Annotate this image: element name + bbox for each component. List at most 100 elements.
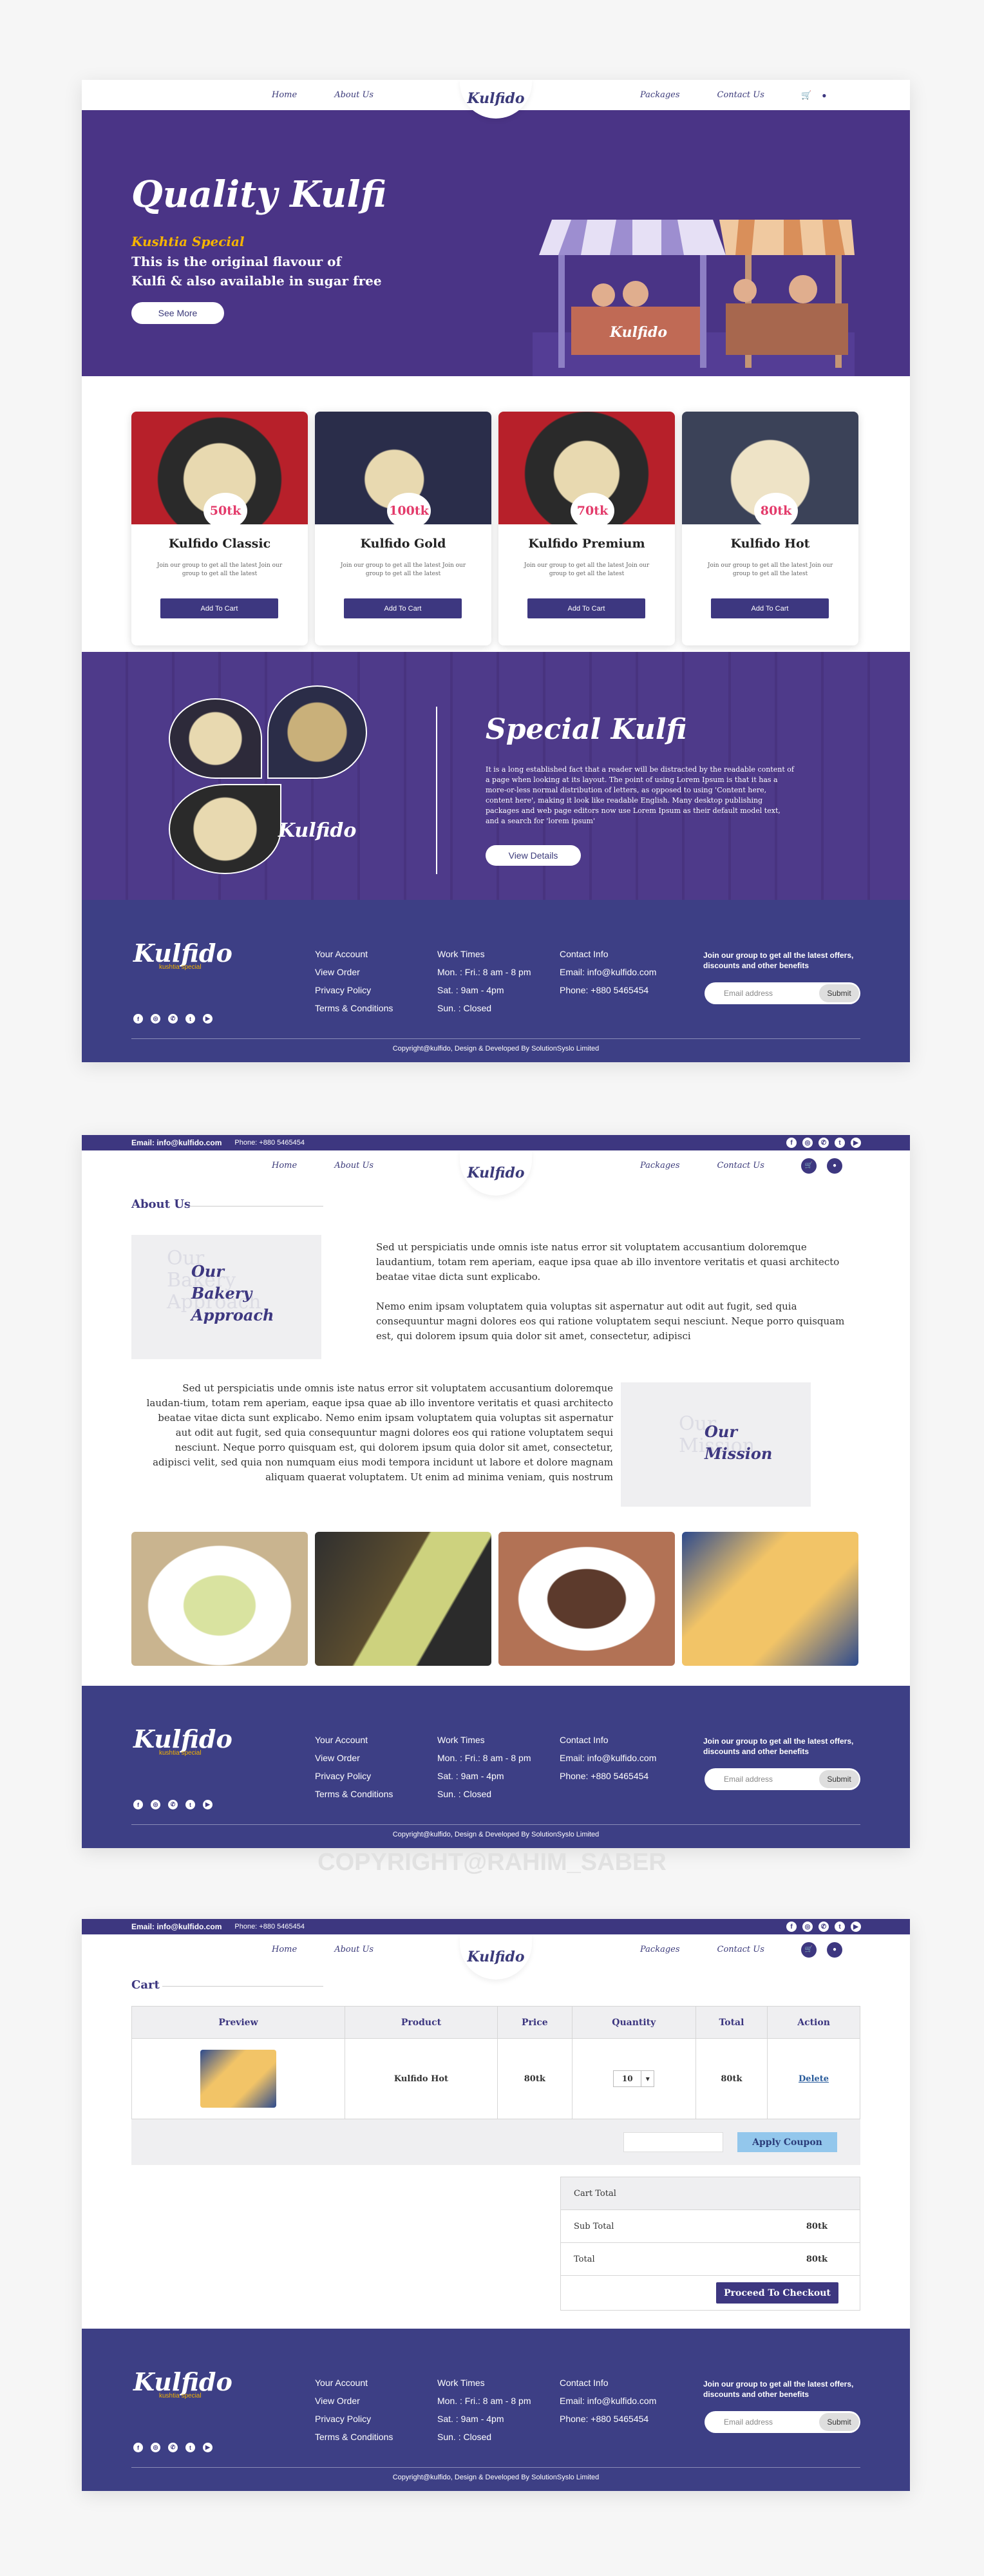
facebook-icon[interactable]: f xyxy=(133,1014,143,1024)
nav-home-link[interactable]: Home xyxy=(272,1161,297,1170)
work-sunday: Sun. : Closed xyxy=(437,2432,492,2442)
instagram-icon[interactable]: ◎ xyxy=(802,1138,813,1148)
whatsapp-icon[interactable]: ✆ xyxy=(168,2443,178,2452)
instagram-icon[interactable]: ◎ xyxy=(151,1014,160,1024)
submit-button[interactable]: Submit xyxy=(819,984,859,1002)
twitter-icon[interactable]: t xyxy=(185,1014,195,1024)
work-sunday: Sun. : Closed xyxy=(437,1003,492,1013)
whatsapp-icon[interactable]: ✆ xyxy=(818,1138,829,1148)
footer-work-times: Work Times Mon. : Fri.: 8 am - 8 pm Sat.… xyxy=(437,1731,531,1803)
nav-packages-link[interactable]: Packages xyxy=(640,1161,680,1170)
user-icon[interactable]: ● xyxy=(822,91,826,100)
work-saturday: Sat. : 9am - 4pm xyxy=(437,2414,504,2424)
col-action: Action xyxy=(767,2006,860,2039)
facebook-icon[interactable]: f xyxy=(133,1800,143,1809)
quantity-arrow-icon[interactable]: ▾ xyxy=(641,2071,654,2086)
delete-link[interactable]: Delete xyxy=(799,2074,829,2084)
youtube-icon[interactable]: ▶ xyxy=(203,2443,213,2452)
footer-link-orders[interactable]: View Order xyxy=(315,2392,393,2410)
footer-logo: Kulfido kushtia special xyxy=(133,1724,232,1757)
product-name: Kulfido Hot xyxy=(730,537,810,551)
topbar-phone: Phone: +880 5465454 xyxy=(234,1923,305,1931)
nav-contact-link[interactable]: Contact Us xyxy=(717,90,764,100)
footer-link-privacy[interactable]: Privacy Policy xyxy=(315,2410,393,2428)
add-to-cart-button[interactable]: Add To Cart xyxy=(344,598,462,618)
cart-icon[interactable]: 🛒 xyxy=(801,1942,817,1958)
twitter-icon[interactable]: t xyxy=(185,2443,195,2452)
footer-link-account[interactable]: Your Account xyxy=(315,2374,393,2392)
footer-link-account[interactable]: Your Account xyxy=(315,945,393,963)
nav-about-link[interactable]: About Us xyxy=(334,1945,374,1954)
apply-coupon-button[interactable]: Apply Coupon xyxy=(737,2132,837,2152)
add-to-cart-button[interactable]: Add To Cart xyxy=(527,598,645,618)
nav-home-link[interactable]: Home xyxy=(272,90,297,100)
coupon-input[interactable] xyxy=(623,2132,723,2152)
nav-about-link[interactable]: About Us xyxy=(334,90,374,100)
user-icon[interactable]: ● xyxy=(827,1942,842,1958)
watermark: COPYRIGHT@RAHIM_SABER xyxy=(317,1849,667,1876)
nav-about-link[interactable]: About Us xyxy=(334,1161,374,1170)
submit-button[interactable]: Submit xyxy=(819,1770,859,1788)
youtube-icon[interactable]: ▶ xyxy=(203,1014,213,1024)
instagram-icon[interactable]: ◎ xyxy=(151,2443,160,2452)
logo[interactable]: Kulfido xyxy=(460,1150,532,1196)
cart-icon[interactable]: 🛒 xyxy=(801,1158,817,1174)
stall-brand: Kulfido xyxy=(609,324,667,341)
checkout-button[interactable]: Proceed To Checkout xyxy=(716,2282,838,2304)
footer-link-orders[interactable]: View Order xyxy=(315,1749,393,1767)
work-weekday: Mon. : Fri.: 8 am - 8 pm xyxy=(437,2396,531,2406)
hero-subtitle: Kushtia Special xyxy=(131,234,245,249)
cart-icon[interactable]: 🛒 xyxy=(801,90,811,100)
footer-link-terms[interactable]: Terms & Conditions xyxy=(315,2428,393,2446)
add-to-cart-button[interactable]: Add To Cart xyxy=(711,598,829,618)
col-price: Price xyxy=(497,2006,572,2039)
twitter-icon[interactable]: t xyxy=(835,1138,845,1148)
facebook-icon[interactable]: f xyxy=(786,1922,797,1932)
footer-link-terms[interactable]: Terms & Conditions xyxy=(315,999,393,1017)
footer-link-terms[interactable]: Terms & Conditions xyxy=(315,1785,393,1803)
nav-contact-link[interactable]: Contact Us xyxy=(717,1945,764,1954)
cart-totals: Cart Total Sub Total 80tk Total 80tk Proce… xyxy=(560,2177,860,2311)
product-desc: Join our group to get all the latest Joi… xyxy=(340,562,466,577)
gallery-image xyxy=(498,1532,675,1666)
quantity-value[interactable]: 10 xyxy=(614,2071,641,2086)
youtube-icon[interactable]: ▶ xyxy=(203,1800,213,1809)
whatsapp-icon[interactable]: ✆ xyxy=(168,1800,178,1809)
footer-link-privacy[interactable]: Privacy Policy xyxy=(315,981,393,999)
twitter-icon[interactable]: t xyxy=(835,1922,845,1932)
action-cell: Delete xyxy=(767,2038,860,2119)
email-input[interactable]: Email address xyxy=(724,989,773,998)
copyright: Copyright@kulfido, Design & Developed By… xyxy=(392,1831,600,1838)
contact-email: Email: info@kulfido.com xyxy=(560,967,657,977)
col-quantity: Quantity xyxy=(571,2006,696,2039)
twitter-icon[interactable]: t xyxy=(185,1800,195,1809)
newsletter-form: Email address Submit xyxy=(705,982,860,1004)
email-input[interactable]: Email address xyxy=(724,2418,773,2427)
approach-title: Our Bakery Approach xyxy=(191,1262,274,1324)
instagram-icon[interactable]: ◎ xyxy=(802,1922,813,1932)
footer-link-privacy[interactable]: Privacy Policy xyxy=(315,1767,393,1785)
quantity-stepper[interactable]: 10 ▾ xyxy=(613,2070,655,2087)
submit-button[interactable]: Submit xyxy=(819,2413,859,2431)
logo[interactable]: Kulfido xyxy=(460,1934,532,1980)
instagram-icon[interactable]: ◎ xyxy=(151,1800,160,1809)
youtube-icon[interactable]: ▶ xyxy=(851,1922,861,1932)
nav-packages-link[interactable]: Packages xyxy=(640,1945,680,1954)
email-input[interactable]: Email address xyxy=(724,1775,773,1784)
price-badge: 50tk xyxy=(203,493,247,529)
whatsapp-icon[interactable]: ✆ xyxy=(168,1014,178,1024)
facebook-icon[interactable]: f xyxy=(133,2443,143,2452)
youtube-icon[interactable]: ▶ xyxy=(851,1138,861,1148)
see-more-button[interactable]: See More xyxy=(131,302,224,324)
nav-home-link[interactable]: Home xyxy=(272,1945,297,1954)
copyright: Copyright@kulfido, Design & Developed By… xyxy=(392,1045,600,1053)
whatsapp-icon[interactable]: ✆ xyxy=(818,1922,829,1932)
facebook-icon[interactable]: f xyxy=(786,1138,797,1148)
view-details-button[interactable]: View Details xyxy=(486,845,581,866)
footer-link-account[interactable]: Your Account xyxy=(315,1731,393,1749)
nav-contact-link[interactable]: Contact Us xyxy=(717,1161,764,1170)
add-to-cart-button[interactable]: Add To Cart xyxy=(160,598,278,618)
user-icon[interactable]: ● xyxy=(827,1158,842,1174)
nav-packages-link[interactable]: Packages xyxy=(640,90,680,100)
footer-link-orders[interactable]: View Order xyxy=(315,963,393,981)
